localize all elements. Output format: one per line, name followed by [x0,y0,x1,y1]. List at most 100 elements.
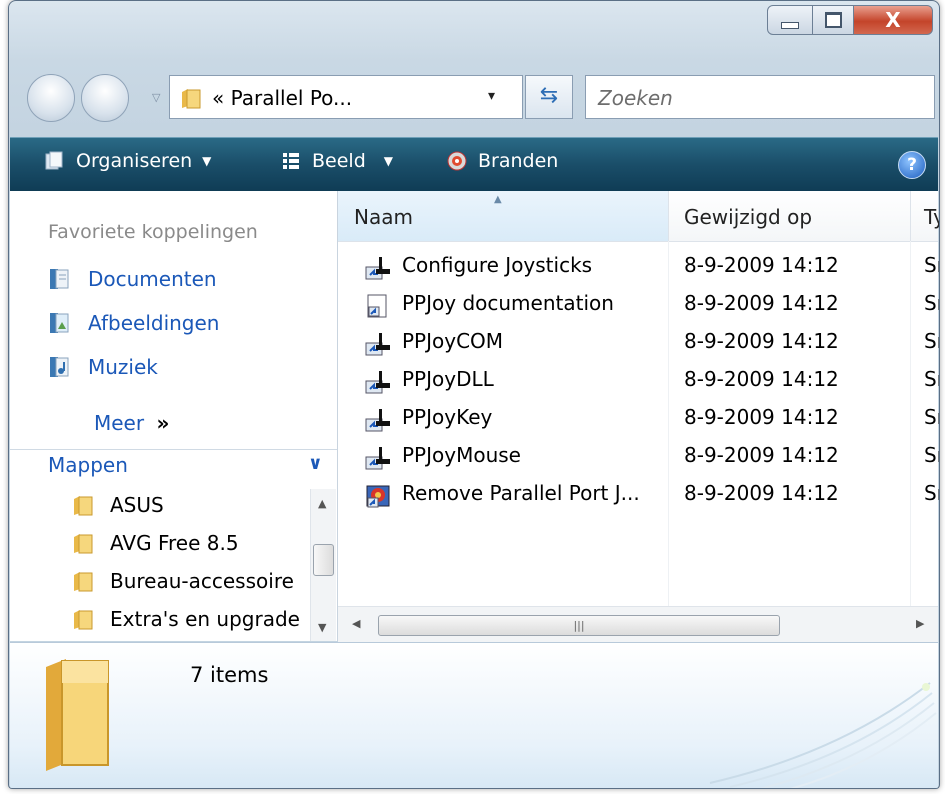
more-link[interactable]: Meer » [94,411,169,435]
uninstall-shortcut-icon [366,485,390,508]
horizontal-scrollbar[interactable]: ◀ ||| ▶ [338,606,938,642]
help-icon[interactable]: ? [898,151,926,179]
search-input[interactable]: Zoeken [585,75,935,119]
tree-item-avg[interactable]: AVG Free 8.5 [72,531,239,555]
file-date: 8-9-2009 14:12 [684,367,839,391]
maximize-icon [824,12,842,28]
file-date: 8-9-2009 14:12 [684,291,839,315]
chevron-down-icon[interactable]: ∨ [308,453,323,474]
scrollbar-thumb[interactable]: ||| [378,615,780,636]
address-dropdown-icon[interactable]: ▾ [488,88,495,104]
table-row[interactable]: PPJoyKey 8-9-2009 14:12 Sn [338,399,939,437]
file-type: Sn [924,443,939,467]
file-name: PPJoyMouse [402,443,521,467]
file-name: Remove Parallel Port J... [402,481,640,505]
view-button[interactable]: Beeld ▼ [280,150,393,172]
file-type: Sn [924,253,939,277]
close-button[interactable]: X [853,5,933,35]
item-count: 7 items [190,663,269,687]
file-name: PPJoyDLL [402,367,494,391]
burn-button[interactable]: Branden [446,150,558,172]
column-type[interactable]: Ty [924,205,939,229]
file-type: Sn [924,291,939,315]
recent-pages-dropdown-icon[interactable]: ▽ [152,91,160,104]
table-row[interactable]: PPJoyCOM 8-9-2009 14:12 Sn [338,323,939,361]
column-header: ▲ Naam Gewijzigd op Ty [338,191,939,242]
file-date: 8-9-2009 14:12 [684,443,839,467]
minimize-icon [781,21,799,29]
folders-title[interactable]: Mappen [48,453,128,477]
joystick-shortcut-icon [365,409,390,432]
file-date: 8-9-2009 14:12 [684,329,839,353]
scroll-left-icon[interactable]: ◀ [352,617,360,630]
joystick-shortcut-icon [365,371,390,394]
favorite-label: Afbeeldingen [88,311,220,335]
favorite-documents[interactable]: Documenten [48,267,217,291]
joystick-shortcut-icon [365,447,390,470]
music-icon [50,357,69,377]
folder-icon [74,610,93,630]
scrollbar-thumb[interactable] [313,544,334,576]
folder-icon [74,496,93,516]
refresh-icon: ⇆ [539,83,559,108]
tree-item-extras[interactable]: Extra's en upgrade [72,607,300,631]
burn-label: Branden [478,150,559,172]
favorite-music[interactable]: Muziek [48,355,158,379]
column-modified[interactable]: Gewijzigd op [684,205,812,229]
back-button[interactable] [27,74,75,122]
organize-label: Organiseren [76,150,193,172]
pictures-icon [50,313,69,333]
view-icon [283,153,299,169]
column-divider[interactable] [668,191,669,241]
document-shortcut-icon [367,294,387,318]
table-row[interactable]: PPJoy documentation 8-9-2009 14:12 Sn [338,285,939,323]
details-pane: 7 items [10,642,938,788]
maximize-button[interactable] [812,5,854,35]
joystick-shortcut-icon [365,257,390,280]
table-row[interactable]: Configure Joysticks 8-9-2009 14:12 Sn [338,247,939,285]
address-bar[interactable]: « Parallel Po... ▾ [169,75,523,119]
more-label: Meer [94,411,145,435]
burn-icon [447,151,467,171]
scroll-up-icon[interactable]: ▲ [318,497,326,510]
file-type: Sn [924,481,939,505]
table-row[interactable]: PPJoyDLL 8-9-2009 14:12 Sn [338,361,939,399]
file-name: PPJoy documentation [402,291,614,315]
navigation-pane: Favoriete koppelingen Documenten Afbeeld… [10,191,338,641]
table-row[interactable]: PPJoyMouse 8-9-2009 14:12 Sn [338,437,939,475]
explorer-window: X ▽ « Parallel Po... ▾ ⇆ Zoeken Organise… [8,0,940,789]
folder-icon [46,659,109,771]
folder-icon [74,534,93,554]
column-divider[interactable] [910,191,911,241]
scroll-down-icon[interactable]: ▼ [318,621,326,634]
minimize-button[interactable] [767,5,813,35]
tree-item-bureau-accessoire[interactable]: Bureau-accessoire [72,569,294,593]
breadcrumb[interactable]: « Parallel Po... [212,86,352,110]
file-type: Sn [924,367,939,391]
tree-item-asus[interactable]: ASUS [72,493,164,517]
view-label: Beeld [312,150,366,172]
organize-button[interactable]: Organiseren ▼ [44,150,211,172]
tree-scrollbar[interactable]: ▲ ▼ [310,489,336,641]
column-name[interactable]: Naam [354,205,413,229]
favorite-label: Documenten [88,267,217,291]
refresh-button[interactable]: ⇆ [525,75,573,119]
view-dropdown-icon: ▼ [383,154,393,168]
forward-button[interactable] [81,74,129,122]
divider [10,449,337,450]
favorites-title: Favoriete koppelingen [48,221,258,243]
folder-icon [74,572,93,592]
favorite-label: Muziek [88,355,158,379]
table-row[interactable]: Remove Parallel Port J... 8-9-2009 14:12… [338,475,939,513]
tree-item-label: Bureau-accessoire [110,569,294,593]
favorite-pictures[interactable]: Afbeeldingen [48,311,219,335]
file-list: ▲ Naam Gewijzigd op Ty Configure Joystic… [338,191,939,642]
scroll-right-icon[interactable]: ▶ [916,617,924,630]
folder-icon [182,89,201,109]
close-icon: X [885,8,901,32]
documents-icon [50,269,69,289]
file-date: 8-9-2009 14:12 [684,253,839,277]
file-type: Sn [924,329,939,353]
command-bar: Organiseren ▼ Beeld ▼ Branden ? [10,137,938,191]
decorative-swoosh [709,682,937,788]
